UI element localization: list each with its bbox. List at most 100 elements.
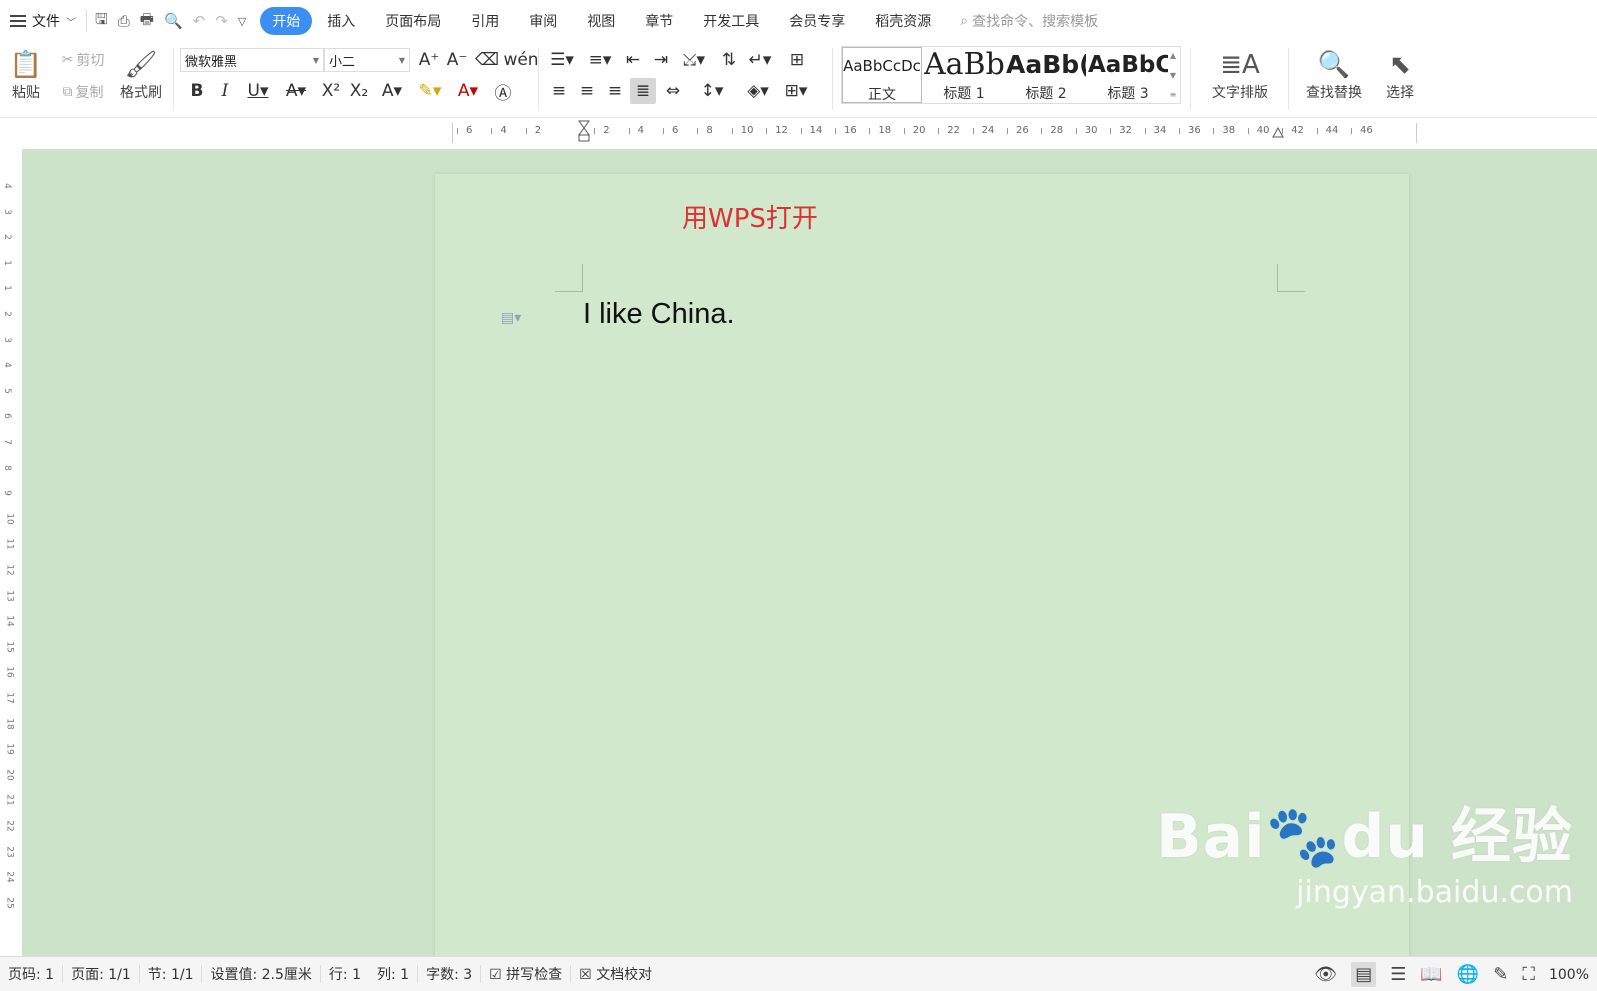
bullet-list-icon[interactable]: ☰▾ (546, 47, 578, 73)
first-indent-marker[interactable] (578, 119, 590, 143)
sort-icon[interactable]: ⇅ (716, 47, 742, 73)
ruler-tick-mark (903, 128, 905, 134)
status-page-code[interactable]: 页码: 1 (0, 964, 62, 984)
outline-view-icon[interactable]: ☰ (1390, 964, 1406, 985)
view-controls: 👁 ▤ ☰ 📖 🌐 ✎ ⛶ 100% (1314, 957, 1597, 991)
separator (173, 48, 174, 110)
tab-home[interactable]: 开始 (260, 7, 313, 35)
chevron-down-icon[interactable]: ▼ (1170, 71, 1176, 80)
command-search[interactable]: ⌕ 查找命令、搜索模板 (960, 11, 1098, 31)
grow-font-icon[interactable]: A⁺ (416, 47, 442, 73)
web-view-icon[interactable]: 🌐 (1457, 964, 1479, 985)
style-heading-3[interactable]: AaBbC 标题 3 (1088, 47, 1168, 103)
eye-protect-icon[interactable]: 👁 (1314, 964, 1337, 985)
font-color-icon[interactable]: A▾ (452, 78, 484, 104)
increase-indent-icon[interactable]: ⇥ (648, 47, 674, 73)
find-replace-button[interactable]: 🔍 查找替换 (1296, 46, 1372, 106)
style-normal[interactable]: AaBbCcDc 正文 (842, 47, 922, 103)
write-mode-icon[interactable]: ✎ (1493, 964, 1508, 985)
justify-icon[interactable]: ≣ (630, 78, 656, 104)
reading-view-icon[interactable]: 📖 (1420, 964, 1442, 985)
undo-icon[interactable]: ↶ (193, 12, 206, 30)
styles-scroll[interactable]: ▲ ▼ ≡ (1166, 47, 1180, 103)
format-painter-button[interactable]: 🖌 格式刷 (116, 46, 166, 106)
print-icon[interactable]: 🖶 (140, 9, 154, 34)
spell-check-button[interactable]: ☑ 拼写检查 (481, 964, 570, 984)
underline-icon[interactable]: U▾ (242, 78, 274, 104)
paragraph-layout-icon[interactable]: ▤▾ (501, 310, 521, 326)
highlight-icon[interactable]: ✎▾ (414, 78, 446, 104)
redo-icon[interactable]: ↷ (215, 12, 228, 30)
paste-button[interactable]: 📋 粘贴 (4, 46, 48, 106)
phonetic-guide-icon[interactable]: wén (503, 47, 538, 73)
align-left-icon[interactable]: ≡ (546, 78, 572, 104)
superscript-icon[interactable]: X² (318, 78, 344, 104)
ruler-tick-mark (1179, 128, 1180, 134)
status-section[interactable]: 节: 1/1 (140, 964, 202, 984)
tab-chapter[interactable]: 章节 (630, 7, 688, 35)
tab-developer[interactable]: 开发工具 (688, 7, 774, 35)
subscript-icon[interactable]: X₂ (346, 78, 372, 104)
text-layout-button[interactable]: ≣A 文字排版 (1202, 46, 1278, 106)
tab-review[interactable]: 审阅 (514, 7, 572, 35)
show-marks-icon[interactable]: ↵▾ (744, 47, 776, 73)
style-heading-2[interactable]: AaBb( 标题 2 (1006, 47, 1086, 103)
tab-page-layout[interactable]: 页面布局 (370, 7, 456, 35)
text-effect-icon[interactable]: A▾ (376, 78, 408, 104)
style-heading-1[interactable]: AaBb 标题 1 (924, 47, 1004, 103)
select-button[interactable]: ⬉ 选择 (1376, 46, 1424, 106)
tab-insert[interactable]: 插入 (312, 7, 370, 35)
cut-button[interactable]: ✂ 剪切 (55, 48, 111, 72)
right-indent-marker[interactable] (1272, 119, 1284, 143)
line-spacing-icon[interactable]: ↕▾ (696, 78, 728, 104)
annotation-text: 用WPS打开 (682, 204, 818, 234)
chevron-up-icon[interactable]: ▲ (1170, 51, 1176, 60)
vruler-tick-label: 18 (4, 717, 15, 730)
strikethrough-icon[interactable]: A▾ (280, 78, 312, 104)
chinese-layout-icon[interactable]: ⤩▾ (678, 47, 710, 73)
customize-toolbar-icon[interactable]: ▽ (238, 15, 246, 28)
more-styles-icon[interactable]: ≡ (1170, 90, 1177, 99)
chevron-down-icon: ﹀ (66, 17, 76, 29)
ruler-tick-mark (1247, 128, 1249, 134)
vertical-ruler[interactable]: 4 3 2 1 1 2 3 4 5 6 7 8 9 10 11 12 13 14 15 16 17 18 19 20 21 22 2… (0, 149, 22, 956)
decrease-indent-icon[interactable]: ⇤ (620, 47, 646, 73)
shading-icon[interactable]: ◈▾ (742, 78, 774, 104)
clear-format-icon[interactable]: ⌫ (474, 47, 500, 73)
align-center-icon[interactable]: ≡ (574, 78, 600, 104)
italic-icon[interactable]: I (212, 78, 238, 104)
distributed-icon[interactable]: ⇔ (660, 78, 686, 104)
print-preview-icon[interactable]: 🔍 (164, 12, 183, 30)
font-name-select[interactable]: 微软雅黑 ▼ (180, 48, 324, 72)
tab-references[interactable]: 引用 (456, 7, 514, 35)
ruler-tick-label: 40 (1256, 125, 1270, 136)
table-tabs-icon[interactable]: ⊞ (784, 47, 810, 73)
status-pages[interactable]: 页面: 1/1 (63, 964, 139, 984)
ruler-tick-mark (938, 128, 940, 134)
fit-page-icon[interactable]: ⛶ (1522, 964, 1535, 985)
tab-view[interactable]: 视图 (572, 7, 630, 35)
character-border-icon[interactable]: Ⓐ (490, 78, 516, 104)
shrink-font-icon[interactable]: A⁻ (444, 47, 470, 73)
output-icon[interactable]: ⎙ (118, 12, 130, 30)
horizontal-ruler[interactable]: 6 4 2 2 4 6 8 10 12 14 16 18 20 22 24 26 28 30 32 34 36 38 40 4… (0, 119, 1597, 149)
numbered-list-icon[interactable]: ≡▾ (584, 47, 616, 73)
page-view-icon[interactable]: ▤ (1351, 962, 1377, 987)
tab-docer[interactable]: 稻壳资源 (860, 7, 946, 35)
bold-icon[interactable]: B (184, 78, 210, 104)
ruler-tick-mark (697, 128, 699, 134)
document-body-text[interactable]: I like China. (583, 298, 735, 331)
borders-icon[interactable]: ⊞▾ (780, 78, 812, 104)
status-setting[interactable]: 设置值: 2.5厘米 (202, 964, 319, 984)
copy-button[interactable]: ⧉ 复制 (55, 80, 111, 104)
save-icon[interactable]: 🖫 (95, 9, 108, 34)
doc-proof-button[interactable]: ☒ 文档校对 (571, 964, 660, 984)
align-right-icon[interactable]: ≡ (602, 78, 628, 104)
text-layout-icon: ≣A (1220, 50, 1260, 80)
status-word-count[interactable]: 字数: 3 (418, 964, 480, 984)
tab-member[interactable]: 会员专享 (774, 7, 860, 35)
zoom-level[interactable]: 100% (1549, 967, 1589, 983)
file-menu-button[interactable]: 文件 ﹀ (0, 6, 86, 36)
font-size-select[interactable]: 小二 ▼ (324, 48, 410, 72)
ribbon-home: 📋 粘贴 ✂ 剪切 ⧉ 复制 🖌 格式刷 微软雅黑 ▼ 小二 ▼ A⁺ A⁻ ⌫… (0, 42, 1597, 118)
